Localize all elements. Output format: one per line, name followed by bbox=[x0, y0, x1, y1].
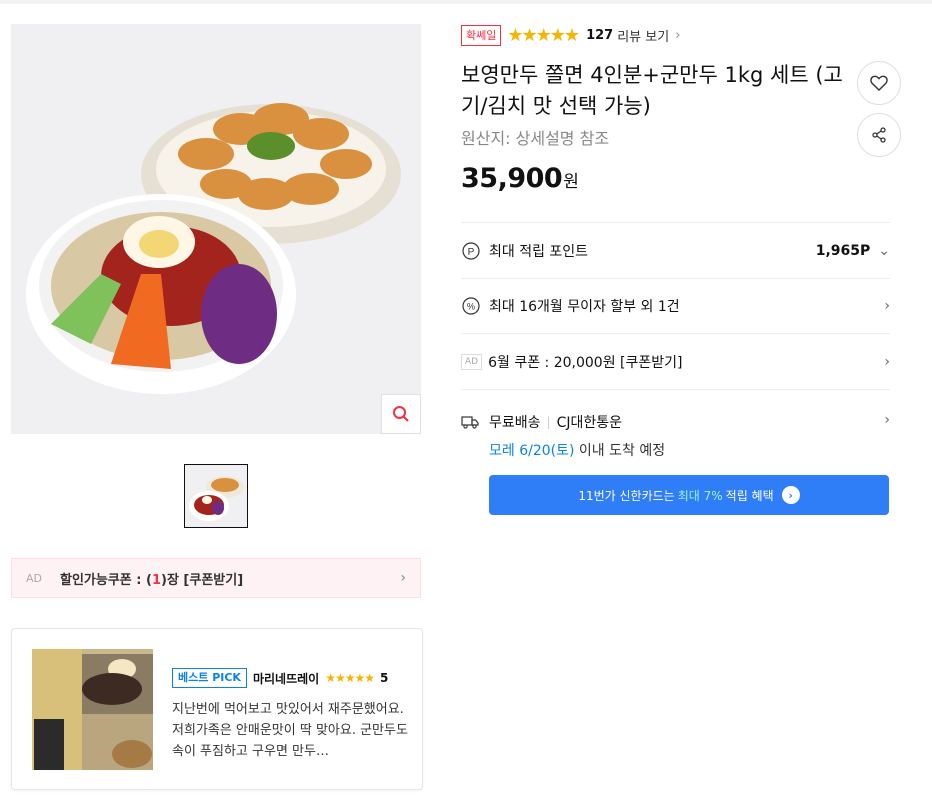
zoom-button[interactable] bbox=[381, 394, 421, 434]
search-icon bbox=[393, 406, 409, 422]
review-text: 지난번에 먹어보고 맛있어서 재주문했어요. 저희가족은 안매운맛이 딱 맞아요… bbox=[172, 702, 408, 759]
sale-badge: 확쎄일 bbox=[461, 24, 502, 46]
chevron-right-icon: › bbox=[884, 298, 890, 314]
svg-text:%: % bbox=[467, 302, 475, 312]
share-button[interactable] bbox=[857, 113, 901, 157]
ad-tag: AD bbox=[461, 353, 483, 370]
delivery-row[interactable]: 무료배송 | CJ대한통운 모레 6/20(토) 이내 도착 예정 › bbox=[461, 389, 890, 460]
like-button[interactable] bbox=[857, 61, 901, 105]
points-label: 최대 적립 포인트 bbox=[489, 243, 589, 260]
banner-suffix: 적립 혜택 bbox=[725, 488, 774, 503]
product-price: 35,900 원 bbox=[461, 163, 579, 194]
review-body: 베스트 PICK 마리네뜨레이 ★★★★★ 5 지난번에 먹어보고 맛있어서 재… bbox=[172, 667, 412, 762]
review-link[interactable]: 리뷰 보기 bbox=[617, 26, 669, 45]
chevron-down-icon: ⌄ bbox=[878, 242, 890, 259]
delivery-suffix: 이내 도착 예정 bbox=[574, 443, 666, 459]
carrier-name: CJ대한통운 bbox=[556, 415, 623, 431]
installment-row[interactable]: % 최대 16개월 무이자 할부 외 1건 › bbox=[461, 278, 890, 333]
coupon-text: 할인가능쿠폰 : (1)장 [쿠폰받기] bbox=[60, 572, 244, 588]
review-header: 베스트 PICK 마리네뜨레이 ★★★★★ 5 bbox=[172, 667, 412, 689]
installment-label: 최대 16개월 무이자 할부 외 1건 bbox=[489, 299, 680, 315]
product-thumbnail[interactable] bbox=[184, 464, 248, 528]
review-stars: ★★★★★ bbox=[325, 671, 375, 685]
truck-icon bbox=[461, 415, 481, 429]
best-review-card[interactable]: 베스트 PICK 마리네뜨레이 ★★★★★ 5 지난번에 먹어보고 맛있어서 재… bbox=[11, 628, 423, 790]
price-number: 35,900 bbox=[461, 163, 563, 194]
product-title: 보영만두 쫄면 4인분+군만두 1kg 세트 (고기/김치 맛 선택 가능) bbox=[461, 63, 843, 118]
product-main-image bbox=[11, 24, 421, 434]
delivery-info: 무료배송 | CJ대한통운 bbox=[461, 412, 890, 432]
divider: | bbox=[546, 415, 551, 429]
discount-coupon-bar[interactable]: AD 할인가능쿠폰 : (1)장 [쿠폰받기] › bbox=[11, 558, 421, 598]
points-row[interactable]: P 최대 적립 포인트 1,965P ⌄ bbox=[461, 222, 890, 278]
chevron-right-icon: › bbox=[884, 412, 890, 428]
svg-text:P: P bbox=[468, 247, 475, 258]
rating-row: 확쎄일 ★★★★★ 127 리뷰 보기 › bbox=[461, 23, 680, 47]
arrow-right-icon: › bbox=[781, 486, 800, 504]
top-divider bbox=[0, 0, 932, 4]
review-score: 5 bbox=[380, 671, 389, 685]
share-icon bbox=[872, 127, 886, 143]
review-count: 127 bbox=[586, 27, 614, 43]
chevron-right-icon: › bbox=[884, 353, 890, 370]
delivery-eta: 모레 6/20(토) 이내 도착 예정 bbox=[489, 440, 890, 460]
chevron-right-icon: › bbox=[675, 27, 681, 43]
rating-stars: ★★★★★ bbox=[507, 24, 580, 46]
ad-label: AD bbox=[26, 571, 42, 585]
coupon-row[interactable]: AD 6월 쿠폰 : 20,000원 [쿠폰받기] › bbox=[461, 333, 890, 389]
heart-icon bbox=[870, 75, 888, 91]
delivery-date: 모레 6/20(토) bbox=[489, 443, 575, 459]
coupon-count: 1 bbox=[151, 572, 161, 588]
chevron-right-icon: › bbox=[400, 570, 406, 586]
reviewer-name: 마리네뜨레이 bbox=[252, 671, 320, 686]
banner-prefix: 11번가 신한카드는 bbox=[578, 488, 675, 503]
price-unit: 원 bbox=[563, 172, 579, 192]
review-photo bbox=[32, 649, 153, 770]
free-shipping: 무료배송 bbox=[489, 415, 541, 431]
best-pick-badge: 베스트 PICK bbox=[172, 668, 247, 688]
percent-icon: % bbox=[461, 296, 481, 316]
coupon-label: 6월 쿠폰 : 20,000원 [쿠폰받기] bbox=[488, 354, 683, 371]
product-origin: 원산지: 상세설명 참조 bbox=[461, 129, 610, 148]
points-value: 1,965P bbox=[815, 242, 871, 259]
point-icon: P bbox=[461, 241, 481, 261]
card-benefit-banner[interactable]: 11번가 신한카드는 최대 7% 적립 혜택 › bbox=[489, 475, 889, 515]
banner-highlight: 최대 7% bbox=[677, 488, 723, 503]
